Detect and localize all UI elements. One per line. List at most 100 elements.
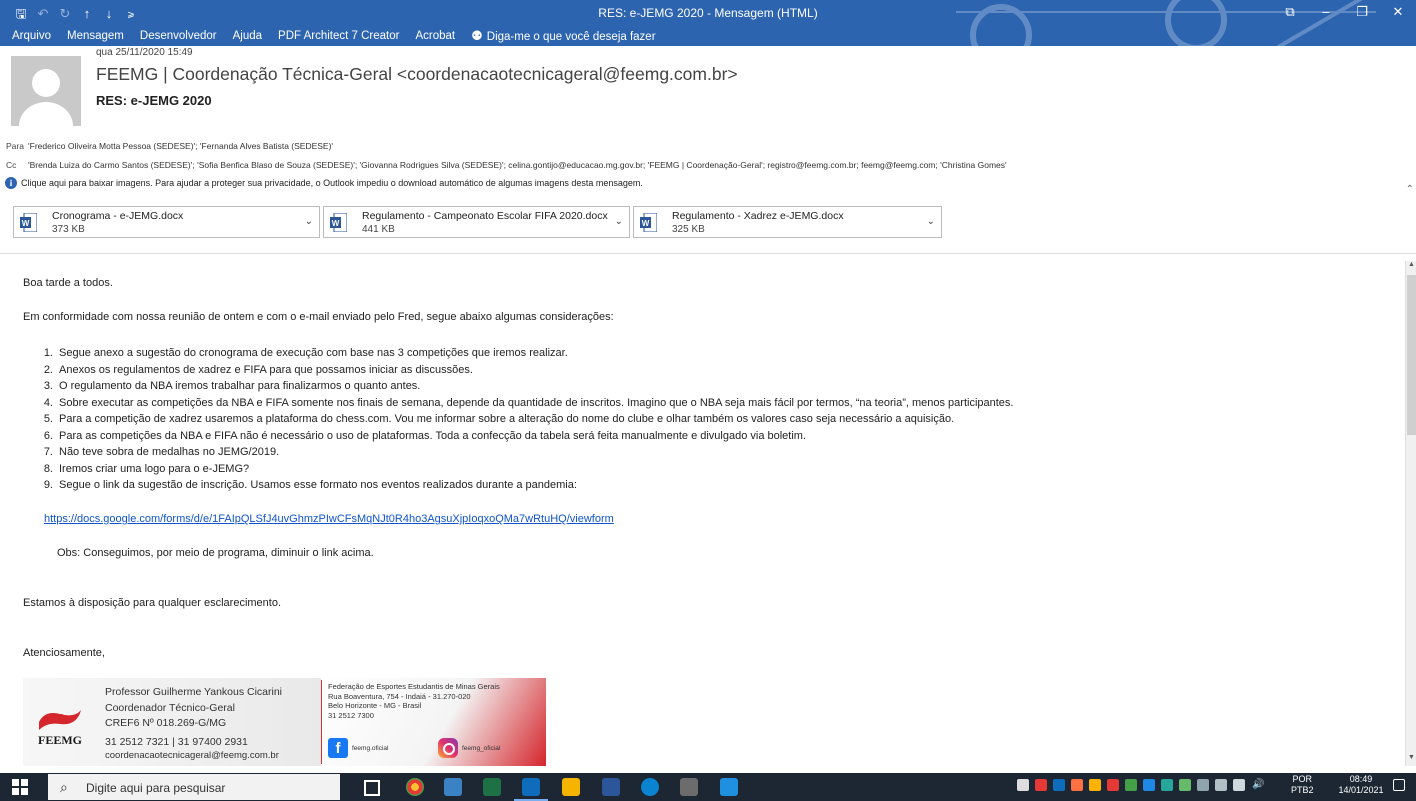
list-number: 5. xyxy=(43,413,53,425)
media-player-icon[interactable] xyxy=(444,778,462,796)
facebook-link[interactable]: f feemg.oficial xyxy=(328,738,389,758)
word-document-icon: W xyxy=(20,213,37,232)
instagram-icon xyxy=(438,738,458,758)
edge-icon[interactable] xyxy=(641,778,659,796)
scroll-down-icon[interactable]: ▼ xyxy=(1406,754,1416,766)
word-icon[interactable] xyxy=(602,778,620,796)
attachment-cronograma[interactable]: W Cronograma - e-JEMG.docx 373 KB ⌄ xyxy=(13,206,320,238)
tray-icon[interactable] xyxy=(1071,779,1083,791)
tray-icon[interactable] xyxy=(1017,779,1029,791)
tray-icon[interactable] xyxy=(1179,779,1191,791)
tab-acrobat[interactable]: Acrobat xyxy=(407,26,463,46)
list-item: 3. O regulamento da NBA iremos trabalhar … xyxy=(23,378,421,394)
list-number: 4. xyxy=(43,396,53,409)
close-icon[interactable]: ✕ xyxy=(1380,0,1416,26)
tab-desenvolvedor[interactable]: Desenvolvedor xyxy=(132,26,225,46)
chevron-down-icon[interactable]: ⌄ xyxy=(615,216,623,227)
attachment-name: Regulamento - Campeonato Escolar FIFA 20… xyxy=(362,210,608,222)
tray-icon[interactable] xyxy=(1035,779,1047,791)
task-view-icon[interactable] xyxy=(364,780,380,796)
download-images-infobar[interactable]: i Clique aqui para baixar imagens. Para … xyxy=(5,177,643,189)
clock[interactable]: 08:49 14/01/2021 xyxy=(1335,774,1387,796)
list-number: 8. xyxy=(43,462,53,475)
tab-mensagem[interactable]: Mensagem xyxy=(59,26,132,46)
collapse-header-icon[interactable]: ⌃ xyxy=(1406,184,1414,195)
org-phone: 31 2512 7300 xyxy=(328,710,374,720)
list-text: Iremos criar uma logo para o e-JEMG? xyxy=(59,462,250,475)
list-item: 5. Para a competição de xadrez usaremos a… xyxy=(23,411,954,427)
cc-label: Cc xyxy=(6,160,17,170)
volume-icon[interactable]: 🔊 xyxy=(1252,779,1264,791)
tray-icon[interactable] xyxy=(1143,779,1155,791)
word-document-icon: W xyxy=(640,213,657,232)
tab-ajuda[interactable]: Ajuda xyxy=(225,26,270,46)
facebook-handle: feemg.oficial xyxy=(352,744,389,752)
media-icon[interactable] xyxy=(720,778,738,796)
list-number: 9. xyxy=(43,479,53,491)
list-item: 6. Para as competições da NBA e FIFA não … xyxy=(23,428,806,444)
tray-icon[interactable] xyxy=(1089,779,1101,791)
instagram-link[interactable]: feemg_oficial xyxy=(438,738,500,758)
attachment-size: 441 KB xyxy=(362,224,395,235)
search-placeholder: Digite aqui para pesquisar xyxy=(86,781,226,795)
org-name: Federação de Esportes Estudantis de Mina… xyxy=(328,682,500,691)
attachment-regulamento-xadrez[interactable]: W Regulamento - Xadrez e-JEMG.docx 325 K… xyxy=(633,206,942,238)
scrollbar-thumb[interactable] xyxy=(1407,275,1416,435)
intro-paragraph: Em conformidade com nossa reunião de ont… xyxy=(23,311,614,323)
windows-start-icon[interactable] xyxy=(12,779,28,795)
obs-paragraph: Obs: Conseguimos, por meio de programa, … xyxy=(57,547,374,559)
person-icon xyxy=(19,69,73,126)
search-icon: ⌕ xyxy=(60,779,68,795)
email-signature: FEEMG Professor Guilherme Yankous Cicari… xyxy=(23,678,546,766)
taskbar-search[interactable]: ⌕ Digite aqui para pesquisar xyxy=(48,774,340,800)
minimize-icon[interactable]: – xyxy=(1308,0,1344,26)
tell-me-search[interactable]: ⚉ Diga-me o que você deseja fazer xyxy=(463,26,663,47)
notification-icon[interactable] xyxy=(1393,779,1405,791)
tray-icon[interactable] xyxy=(1107,779,1119,791)
file-explorer-icon[interactable] xyxy=(562,778,580,796)
keyboard-layout: PTB2 xyxy=(1291,785,1314,795)
infobar-text: Clique aqui para baixar imagens. Para aj… xyxy=(21,178,643,188)
list-item: 1. Segue anexo a sugestão do cronograma d… xyxy=(23,345,568,361)
list-item: 9. Segue o link da sugestão de inscrição.… xyxy=(23,477,577,493)
ribbon-display-options-icon[interactable]: ⧉ xyxy=(1272,0,1308,26)
vertical-scrollbar[interactable]: ▲ ▼ xyxy=(1405,261,1416,766)
language-indicator[interactable]: POR PTB2 xyxy=(1291,774,1314,796)
chrome-icon[interactable] xyxy=(406,778,424,796)
list-number: 1. xyxy=(43,347,53,359)
restore-icon[interactable]: ❐ xyxy=(1344,0,1380,26)
organization-details: Federação de Esportes Estudantis de Mina… xyxy=(328,682,500,720)
clock-time: 08:49 xyxy=(1349,774,1373,784)
chevron-down-icon[interactable]: ⌄ xyxy=(927,216,935,227)
battery-icon[interactable] xyxy=(1215,779,1227,791)
list-text: Sobre executar as competições da NBA e F… xyxy=(59,396,1014,409)
tab-pdf-architect[interactable]: PDF Architect 7 Creator xyxy=(270,26,407,46)
sender[interactable]: FEEMG | Coordenação Técnica-Geral <coord… xyxy=(96,62,738,86)
signature-name: Professor Guilherme Yankous Cicarini xyxy=(105,686,283,698)
to-recipients[interactable]: 'Frederico Oliveira Motta Pessoa (SEDESE… xyxy=(28,141,333,151)
list-text: Não teve sobra de medalhas no JEMG/2019. xyxy=(59,446,280,458)
tray-icon[interactable] xyxy=(1125,779,1137,791)
closing-salutation: Atenciosamente, xyxy=(23,647,105,659)
outlook-icon[interactable] xyxy=(522,778,540,796)
monitor-icon[interactable] xyxy=(1233,779,1245,791)
network-icon[interactable] xyxy=(1197,779,1209,791)
app-icon[interactable] xyxy=(680,778,698,796)
list-text: Segue o link da sugestão de inscrição. U… xyxy=(59,479,577,491)
excel-icon[interactable] xyxy=(483,778,501,796)
window-title: RES: e-JEMG 2020 - Mensagem (HTML) xyxy=(598,6,818,20)
message-header: qua 25/11/2020 15:49 FEEMG | Coordenação… xyxy=(0,46,1416,196)
scroll-up-icon[interactable]: ▲ xyxy=(1406,261,1416,273)
chevron-down-icon[interactable]: ⌄ xyxy=(305,216,313,227)
info-icon: i xyxy=(5,177,17,189)
signature-email[interactable]: coordenacaotecnicageral@feemg.com.br xyxy=(105,750,282,762)
tab-arquivo[interactable]: Arquivo xyxy=(4,26,59,46)
registration-form-link[interactable]: https://docs.google.com/forms/d/e/1FAIpQ… xyxy=(44,513,614,525)
header-separator xyxy=(0,253,1416,254)
message-date: qua 25/11/2020 15:49 xyxy=(96,47,193,58)
tray-icon[interactable] xyxy=(1161,779,1173,791)
cc-recipients[interactable]: 'Brenda Luiza do Carmo Santos (SEDESE)';… xyxy=(28,160,1007,170)
attachment-regulamento-fifa[interactable]: W Regulamento - Campeonato Escolar FIFA … xyxy=(323,206,630,238)
list-number: 2. xyxy=(43,363,53,376)
tray-icon[interactable] xyxy=(1053,779,1065,791)
